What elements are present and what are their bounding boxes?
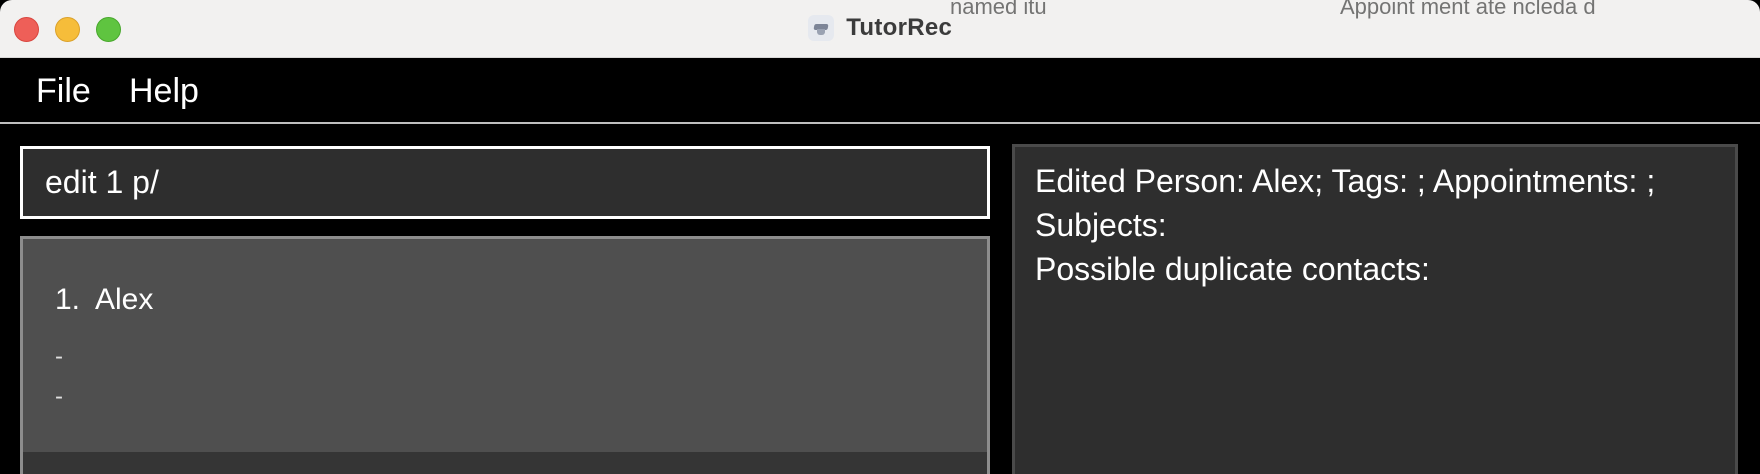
command-input[interactable] <box>45 149 987 216</box>
person-detail-line: - <box>55 383 63 410</box>
person-detail-line: - <box>55 343 63 370</box>
app-window: named itu Appoint ment ate ncleda d Tuto… <box>0 0 1760 474</box>
person-name: Alex <box>95 283 154 316</box>
command-box[interactable] <box>20 146 990 219</box>
window-title-text: TutorRec <box>846 14 953 41</box>
result-line: Subjects: <box>1035 207 1167 243</box>
person-card[interactable]: 1. Alex - - <box>23 239 987 452</box>
menu-file[interactable]: File <box>36 72 91 111</box>
result-line: Edited Person: Alex; Tags: ; Appointment… <box>1035 163 1656 199</box>
result-line: Possible duplicate contacts: <box>1035 251 1430 287</box>
title-bar[interactable]: named itu Appoint ment ate ncleda d Tuto… <box>0 0 1760 58</box>
menu-bar: File Help <box>0 58 1760 124</box>
list-empty-area <box>23 452 987 474</box>
result-display[interactable]: Edited Person: Alex; Tags: ; Appointment… <box>1012 144 1738 474</box>
person-list-panel[interactable]: 1. Alex - - <box>20 236 990 474</box>
person-index: 1. <box>55 283 81 316</box>
graduation-cap-icon <box>807 15 834 41</box>
window-title: TutorRec <box>0 14 1760 44</box>
menu-help[interactable]: Help <box>129 72 199 111</box>
